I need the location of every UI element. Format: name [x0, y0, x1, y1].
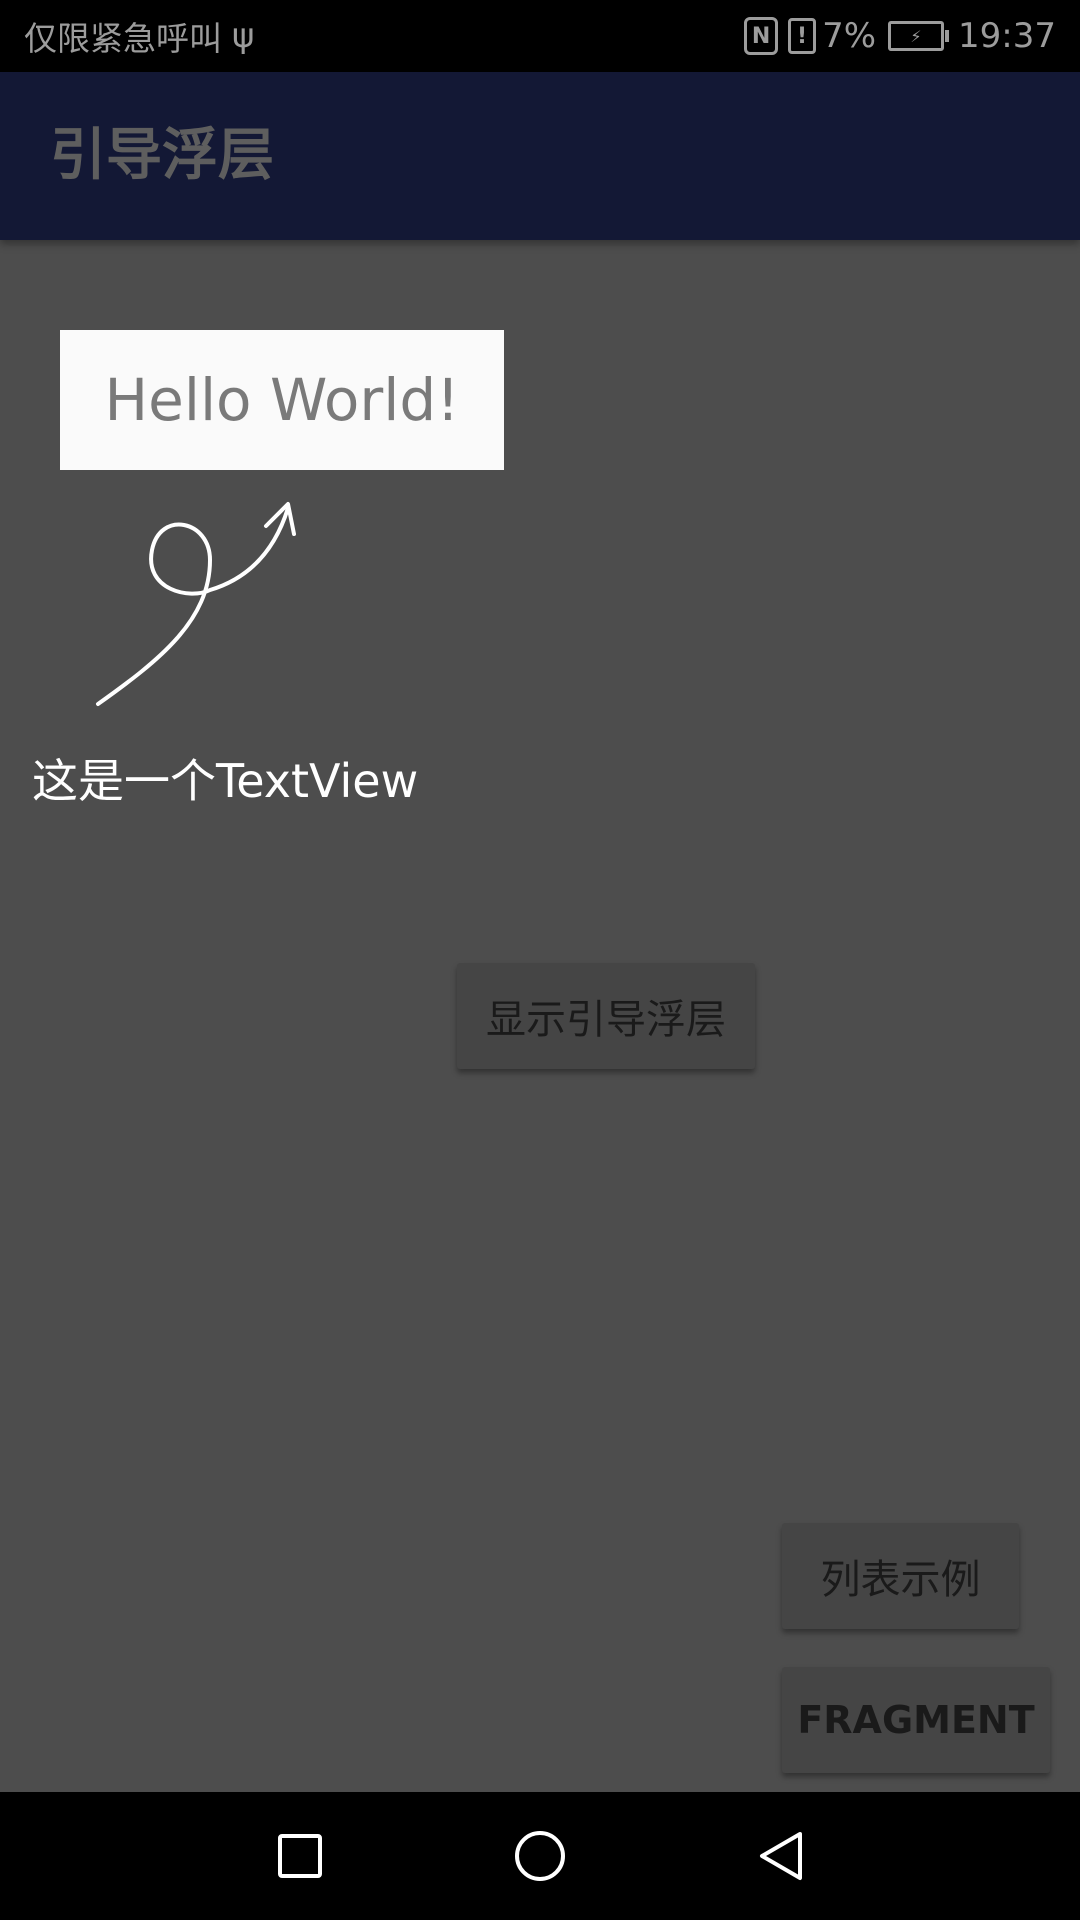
- home-icon[interactable]: [480, 1792, 600, 1920]
- battery-charging-icon: ⚡: [888, 21, 950, 51]
- hello-world-textview[interactable]: Hello World!: [60, 330, 504, 470]
- alert-icon: !: [788, 18, 817, 54]
- navigation-bar: [0, 1792, 1080, 1920]
- app-title: 引导浮层: [50, 123, 274, 188]
- app-bar: 引导浮层: [0, 72, 1080, 240]
- usb-icon: ψ: [232, 16, 255, 56]
- carrier-text: 仅限紧急呼叫: [24, 19, 222, 58]
- show-guide-button[interactable]: 显示引导浮层: [457, 963, 755, 1069]
- status-left: 仅限紧急呼叫 ψ: [24, 0, 254, 72]
- battery-percent: 7%: [822, 16, 877, 56]
- status-time: 19:37: [958, 16, 1056, 56]
- back-icon[interactable]: [720, 1792, 840, 1920]
- curly-arrow-icon: [96, 502, 296, 706]
- guide-caption: 这是一个TextView: [32, 754, 419, 808]
- list-example-button[interactable]: 列表示例: [782, 1523, 1019, 1629]
- hello-world-text: Hello World!: [104, 366, 460, 434]
- status-right: N ! 7% ⚡ 19:37: [744, 0, 1056, 72]
- nfc-icon: N: [744, 17, 779, 55]
- recent-apps-icon[interactable]: [240, 1792, 360, 1920]
- fragment-button[interactable]: FRAGMENT: [782, 1667, 1050, 1773]
- status-bar: 仅限紧急呼叫 ψ N ! 7% ⚡ 19:37: [0, 0, 1080, 72]
